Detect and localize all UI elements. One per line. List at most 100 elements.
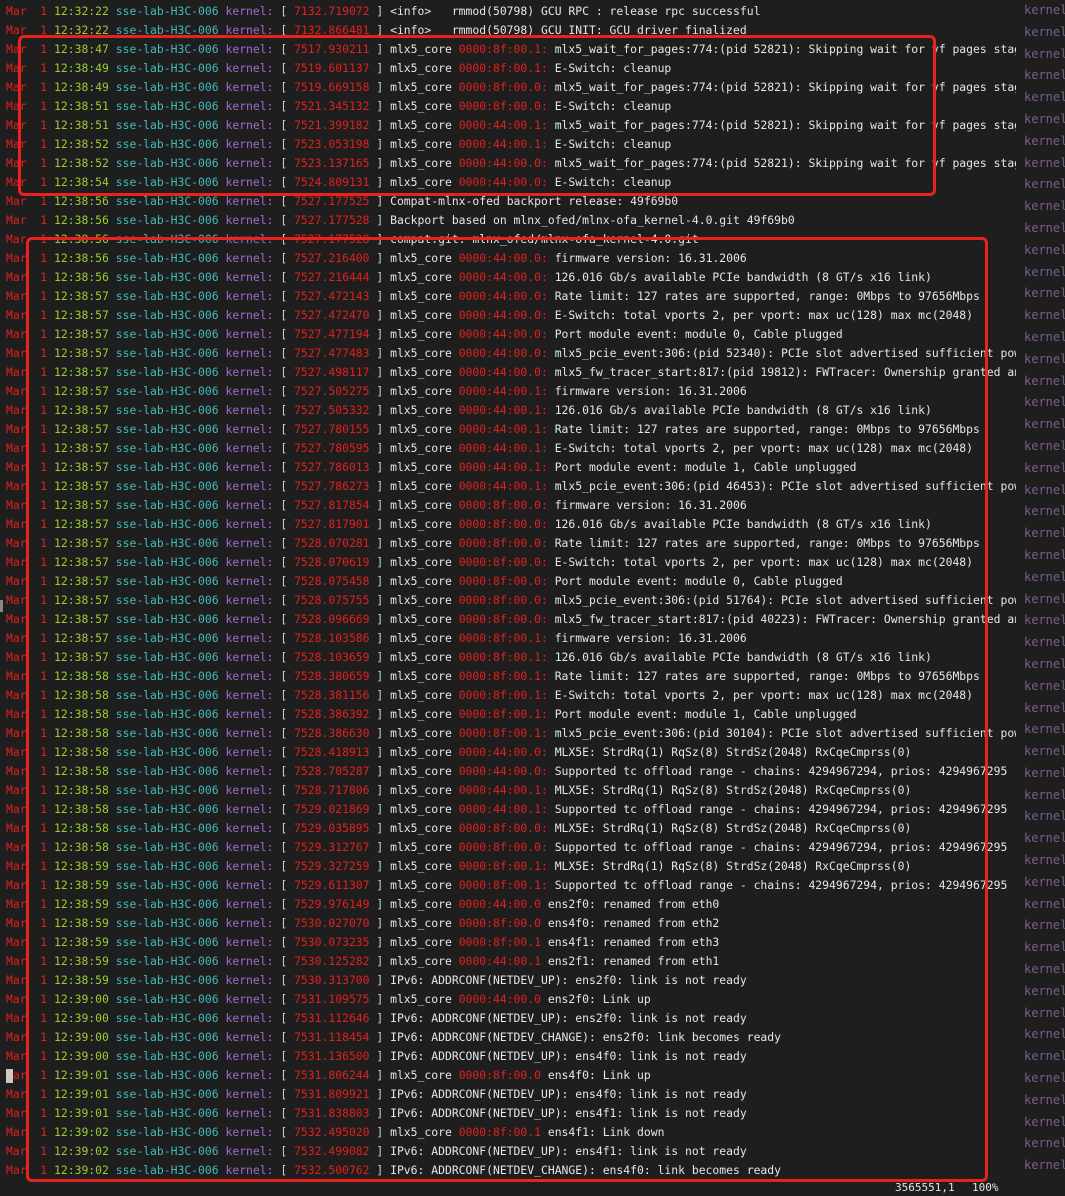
log-line[interactable]: Mar 1 12:38:57 sse-lab-H3C-006 kernel: [… xyxy=(6,287,1016,306)
log-time: 12:38:59 xyxy=(54,973,109,987)
log-line[interactable]: Mar 1 12:38:57 sse-lab-H3C-006 kernel: [… xyxy=(6,591,1016,610)
log-line[interactable]: Mar 1 12:38:57 sse-lab-H3C-006 kernel: [… xyxy=(6,648,1016,667)
log-line[interactable]: Mar 1 12:38:57 sse-lab-H3C-006 kernel: [… xyxy=(6,382,1016,401)
log-line[interactable]: Mar 1 12:38:57 sse-lab-H3C-006 kernel: [… xyxy=(6,439,1016,458)
log-month: Mar xyxy=(6,764,27,778)
log-line[interactable]: Mar 1 12:39:00 sse-lab-H3C-006 kernel: [… xyxy=(6,990,1016,1009)
log-line[interactable]: Mar 1 12:38:57 sse-lab-H3C-006 kernel: [… xyxy=(6,534,1016,553)
log-line[interactable]: Mar 1 12:38:56 sse-lab-H3C-006 kernel: [… xyxy=(6,268,1016,287)
log-message: Rate limit: 127 rates are supported, ran… xyxy=(554,289,980,303)
log-line[interactable]: Mar 1 12:38:58 sse-lab-H3C-006 kernel: [… xyxy=(6,800,1016,819)
log-line[interactable]: Mar 1 12:38:58 sse-lab-H3C-006 kernel: [… xyxy=(6,781,1016,800)
log-bracket-open: [ xyxy=(280,536,295,550)
log-line[interactable]: Mar 1 12:38:57 sse-lab-H3C-006 kernel: [… xyxy=(6,420,1016,439)
log-line[interactable]: Mar 1 12:38:59 sse-lab-H3C-006 kernel: [… xyxy=(6,914,1016,933)
log-line[interactable]: Mar 1 12:38:52 sse-lab-H3C-006 kernel: [… xyxy=(6,135,1016,154)
log-message: 126.016 Gb/s available PCIe bandwidth (8… xyxy=(554,270,932,284)
log-line[interactable]: Mar 1 12:32:22 sse-lab-H3C-006 kernel: [… xyxy=(6,2,1016,21)
log-line[interactable]: Mar 1 12:32:22 sse-lab-H3C-006 kernel: [… xyxy=(6,21,1016,40)
log-module: mlx5_core xyxy=(390,935,452,949)
log-message: Port module event: module 1, Cable unplu… xyxy=(554,460,857,474)
log-line[interactable]: Mar 1 12:39:01 sse-lab-H3C-006 kernel: [… xyxy=(6,1104,1016,1123)
log-line[interactable]: Mar 1 12:38:57 sse-lab-H3C-006 kernel: [… xyxy=(6,610,1016,629)
log-bracket-close: ] xyxy=(376,1049,391,1063)
log-device: 0000:8f:00.1: xyxy=(458,878,548,892)
log-line[interactable]: Mar 1 12:38:58 sse-lab-H3C-006 kernel: [… xyxy=(6,743,1016,762)
log-line[interactable]: Mar 1 12:38:56 sse-lab-H3C-006 kernel: [… xyxy=(6,192,1016,211)
right-pane-kernel: kernel xyxy=(1024,831,1065,846)
log-line[interactable]: Mar 1 12:38:58 sse-lab-H3C-006 kernel: [… xyxy=(6,705,1016,724)
log-bracket-close: ] xyxy=(376,669,391,683)
log-line[interactable]: Mar 1 12:39:02 sse-lab-H3C-006 kernel: [… xyxy=(6,1161,1016,1180)
log-line[interactable]: Mar 1 12:38:59 sse-lab-H3C-006 kernel: [… xyxy=(6,952,1016,971)
log-bracket-open: [ xyxy=(280,441,295,455)
log-line[interactable]: Mar 1 12:38:58 sse-lab-H3C-006 kernel: [… xyxy=(6,819,1016,838)
log-view[interactable]: Mar 1 12:32:22 sse-lab-H3C-006 kernel: [… xyxy=(6,2,1016,1180)
log-line[interactable]: Mar 1 12:38:57 sse-lab-H3C-006 kernel: [… xyxy=(6,477,1016,496)
log-line[interactable]: Mar 1 12:39:02 sse-lab-H3C-006 kernel: [… xyxy=(6,1142,1016,1161)
log-kernel-tag: kernel: xyxy=(225,1106,274,1120)
log-line[interactable]: Mar 1 12:38:59 sse-lab-H3C-006 kernel: [… xyxy=(6,971,1016,990)
log-kernel-tag: kernel: xyxy=(225,916,274,930)
log-line[interactable]: Mar 1 12:39:01 sse-lab-H3C-006 kernel: [… xyxy=(6,1066,1016,1085)
log-module: mlx5_core xyxy=(390,745,452,759)
log-line[interactable]: Mar 1 12:39:00 sse-lab-H3C-006 kernel: [… xyxy=(6,1047,1016,1066)
log-line[interactable]: Mar 1 12:38:56 sse-lab-H3C-006 kernel: [… xyxy=(6,249,1016,268)
log-line[interactable]: Mar 1 12:38:57 sse-lab-H3C-006 kernel: [… xyxy=(6,401,1016,420)
right-pane-kernel: kernel xyxy=(1024,155,1065,170)
log-day: 1 xyxy=(40,707,48,721)
log-line[interactable]: Mar 1 12:38:57 sse-lab-H3C-006 kernel: [… xyxy=(6,325,1016,344)
log-line[interactable]: Mar 1 12:38:59 sse-lab-H3C-006 kernel: [… xyxy=(6,895,1016,914)
log-line[interactable]: Mar 1 12:38:49 sse-lab-H3C-006 kernel: [… xyxy=(6,59,1016,78)
log-module: IPv6: xyxy=(390,1011,425,1025)
log-line[interactable]: Mar 1 12:38:58 sse-lab-H3C-006 kernel: [… xyxy=(6,667,1016,686)
log-line[interactable]: Mar 1 12:38:59 sse-lab-H3C-006 kernel: [… xyxy=(6,876,1016,895)
log-day: 1 xyxy=(40,973,48,987)
log-line[interactable]: Mar 1 12:38:57 sse-lab-H3C-006 kernel: [… xyxy=(6,458,1016,477)
log-line[interactable]: Mar 1 12:38:58 sse-lab-H3C-006 kernel: [… xyxy=(6,724,1016,743)
log-line[interactable]: Mar 1 12:39:00 sse-lab-H3C-006 kernel: [… xyxy=(6,1028,1016,1047)
log-line[interactable]: Mar 1 12:38:57 sse-lab-H3C-006 kernel: [… xyxy=(6,515,1016,534)
log-host: sse-lab-H3C-006 xyxy=(115,156,219,170)
log-line[interactable]: Mar 1 12:38:57 sse-lab-H3C-006 kernel: [… xyxy=(6,553,1016,572)
log-line[interactable]: Mar 1 12:38:49 sse-lab-H3C-006 kernel: [… xyxy=(6,78,1016,97)
log-day: 1 xyxy=(40,574,48,588)
log-time: 12:39:00 xyxy=(54,1011,109,1025)
log-line[interactable]: Mar 1 12:38:57 sse-lab-H3C-006 kernel: [… xyxy=(6,363,1016,382)
log-line[interactable]: Mar 1 12:38:47 sse-lab-H3C-006 kernel: [… xyxy=(6,40,1016,59)
log-timestamp: 7528.070619 xyxy=(294,555,370,569)
log-line[interactable]: Mar 1 12:38:57 sse-lab-H3C-006 kernel: [… xyxy=(6,496,1016,515)
log-line[interactable]: Mar 1 12:38:51 sse-lab-H3C-006 kernel: [… xyxy=(6,116,1016,135)
log-bracket-close: ] xyxy=(376,764,391,778)
log-device: 0000:8f:00.1: xyxy=(458,726,548,740)
log-line[interactable]: Mar 1 12:38:57 sse-lab-H3C-006 kernel: [… xyxy=(6,344,1016,363)
log-kernel-tag: kernel: xyxy=(225,612,274,626)
log-line[interactable]: Mar 1 12:38:51 sse-lab-H3C-006 kernel: [… xyxy=(6,97,1016,116)
log-line[interactable]: Mar 1 12:38:56 sse-lab-H3C-006 kernel: [… xyxy=(6,211,1016,230)
log-message: mlx5_pcie_event:306:(pid 30104): PCIe sl… xyxy=(554,726,1016,740)
log-line[interactable]: Mar 1 12:38:57 sse-lab-H3C-006 kernel: [… xyxy=(6,306,1016,325)
log-timestamp: 7528.418913 xyxy=(294,745,370,759)
log-line[interactable]: Mar 1 12:39:02 sse-lab-H3C-006 kernel: [… xyxy=(6,1123,1016,1142)
split-pane-right[interactable]: kernel kernel kernel kernel kernel kernel kern… xyxy=(1024,0,1065,1180)
log-device: 0000:44:00.0: xyxy=(458,289,548,303)
log-line[interactable]: Mar 1 12:39:00 sse-lab-H3C-006 kernel: [… xyxy=(6,1009,1016,1028)
log-line[interactable]: Mar 1 12:38:59 sse-lab-H3C-006 kernel: [… xyxy=(6,933,1016,952)
log-line[interactable]: Mar 1 12:38:57 sse-lab-H3C-006 kernel: [… xyxy=(6,572,1016,591)
log-line[interactable]: Mar 1 12:38:56 sse-lab-H3C-006 kernel: [… xyxy=(6,230,1016,249)
log-month: Mar xyxy=(6,1030,27,1044)
log-line[interactable]: Mar 1 12:39:01 sse-lab-H3C-006 kernel: [… xyxy=(6,1085,1016,1104)
log-line[interactable]: Mar 1 12:38:52 sse-lab-H3C-006 kernel: [… xyxy=(6,154,1016,173)
log-line[interactable]: Mar 1 12:38:58 sse-lab-H3C-006 kernel: [… xyxy=(6,838,1016,857)
log-device: 0000:8f:00.1: xyxy=(458,42,548,56)
log-host: sse-lab-H3C-006 xyxy=(115,137,219,151)
log-device: 0000:8f:00.1: xyxy=(458,688,548,702)
log-time: 12:38:57 xyxy=(54,574,109,588)
log-line[interactable]: Mar 1 12:38:59 sse-lab-H3C-006 kernel: [… xyxy=(6,857,1016,876)
log-line[interactable]: Mar 1 12:38:54 sse-lab-H3C-006 kernel: [… xyxy=(6,173,1016,192)
log-line[interactable]: Mar 1 12:38:58 sse-lab-H3C-006 kernel: [… xyxy=(6,686,1016,705)
log-timestamp: 7523.053198 xyxy=(294,137,370,151)
log-line[interactable]: Mar 1 12:38:58 sse-lab-H3C-006 kernel: [… xyxy=(6,762,1016,781)
log-kernel-tag: kernel: xyxy=(225,726,274,740)
log-line[interactable]: Mar 1 12:38:57 sse-lab-H3C-006 kernel: [… xyxy=(6,629,1016,648)
